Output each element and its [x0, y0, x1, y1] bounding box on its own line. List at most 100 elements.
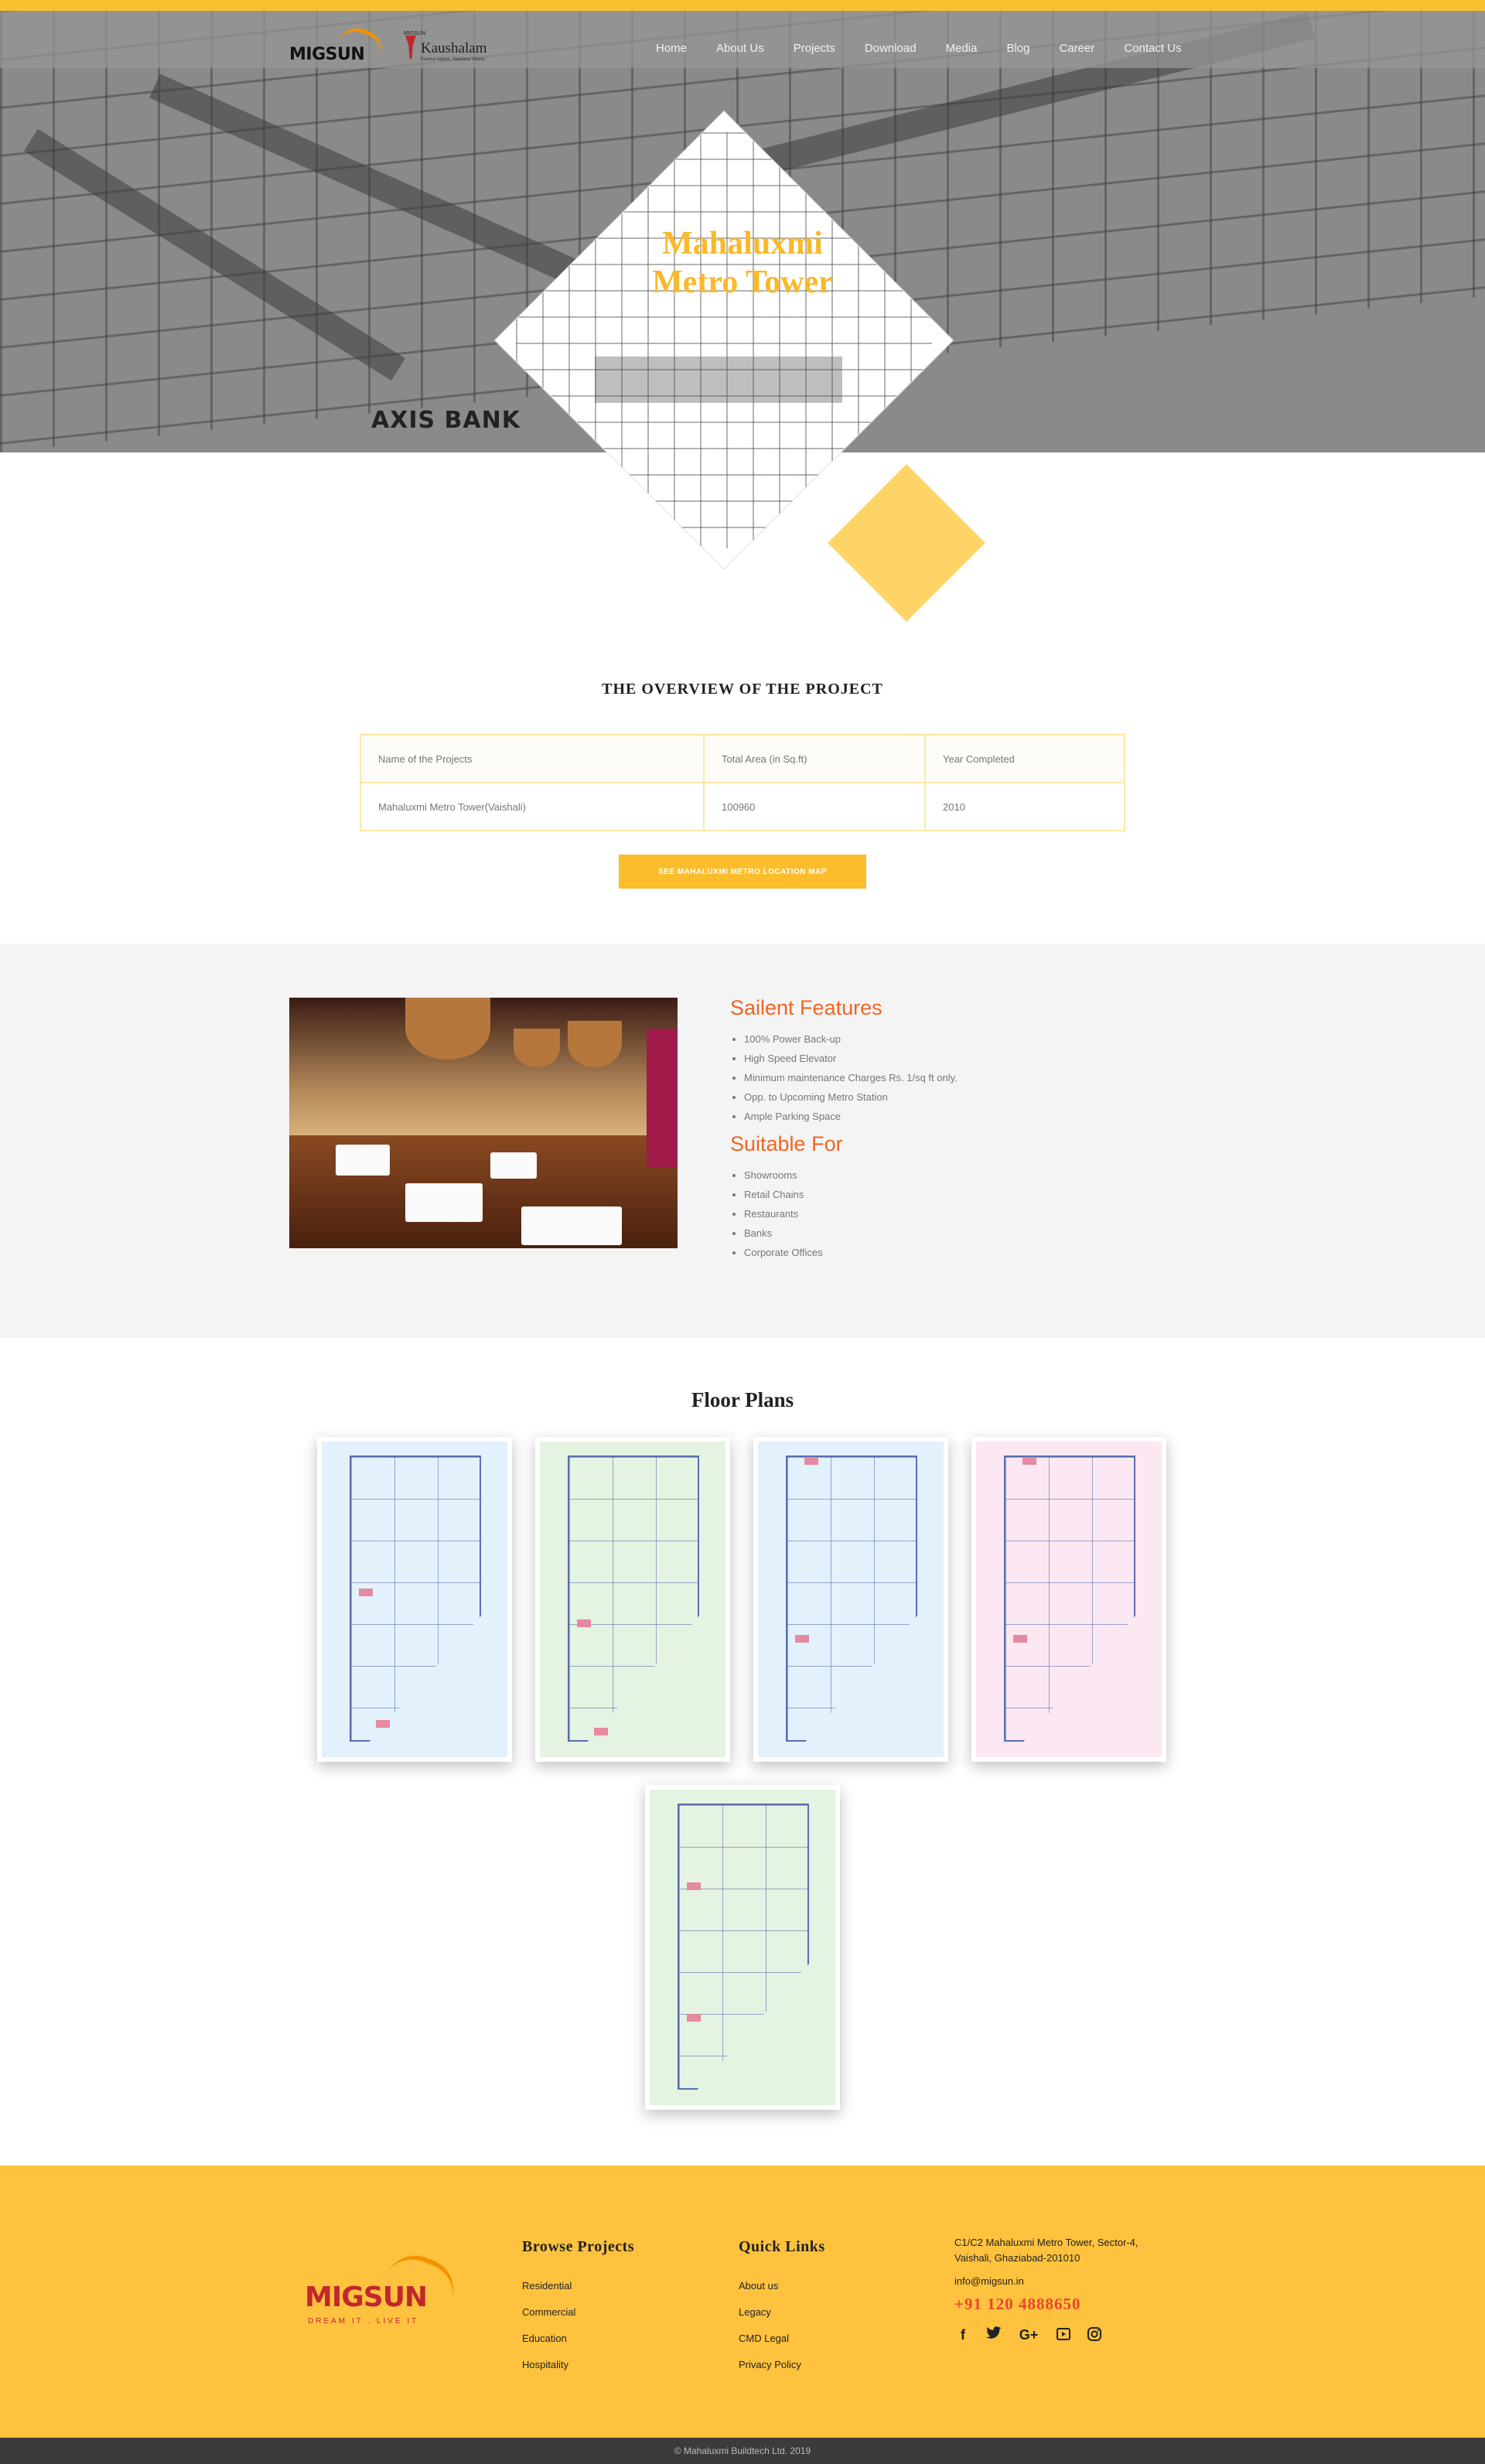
nav-download[interactable]: Download	[865, 42, 917, 55]
floor-plan-image	[976, 1442, 1162, 1757]
floor-plan-card[interactable]	[753, 1437, 948, 1762]
migsun-logo[interactable]: MIGSUN	[289, 22, 390, 65]
floor-plan-card[interactable]	[971, 1437, 1166, 1762]
image-table	[405, 1183, 483, 1222]
kaushalam-logo-name: Kaushalam	[421, 40, 487, 56]
nav-projects[interactable]: Projects	[794, 42, 835, 55]
list-item: Retail Chains	[744, 1185, 1194, 1204]
hero-title-line1: Mahaluxmi	[662, 226, 823, 261]
table-header-cell: Name of the Projects	[360, 734, 705, 783]
footer-link-education[interactable]: Education	[522, 2326, 634, 2352]
logo-text: MIGSUN	[289, 45, 365, 64]
nav-blog[interactable]: Blog	[1006, 42, 1029, 55]
nav-about-us[interactable]: About Us	[716, 42, 764, 55]
browse-projects-links: Residential Commercial Education Hospita…	[522, 2273, 634, 2378]
decorative-yellow-diamond	[828, 464, 985, 622]
image-table	[521, 1206, 622, 1245]
list-item: Minimum maintenance Charges Rs. 1/sq ft …	[744, 1068, 1194, 1087]
floor-plan-stair-mark	[795, 1635, 809, 1643]
table-cell: Mahaluxmi Metro Tower(Vaishali)	[360, 782, 705, 831]
floor-plan-drawing	[786, 1456, 917, 1742]
floor-plan-image	[540, 1442, 725, 1757]
footer: MIGSUN DREAM IT . LIVE IT Browse Project…	[0, 2165, 1485, 2438]
location-map-button[interactable]: SEE MAHALUXMI METRO LOCATION MAP	[619, 855, 866, 889]
hero-title-line2: Metro Tower	[652, 264, 833, 300]
image-panel	[647, 1029, 678, 1168]
floor-plan-drawing	[1004, 1456, 1135, 1742]
overview-table: Name of the Projects Total Area (in Sq.f…	[360, 734, 1125, 831]
instagram-icon[interactable]	[1086, 2326, 1103, 2343]
salient-features-list: 100% Power Back-up High Speed Elevator M…	[730, 1029, 1194, 1126]
footer-link-hospitality[interactable]: Hospitality	[522, 2352, 634, 2378]
youtube-icon[interactable]	[1055, 2326, 1072, 2343]
hero-bank-sign: AXIS BANK	[371, 407, 521, 434]
floor-plan-image	[758, 1442, 944, 1757]
footer-link-cmd-legal[interactable]: CMD Legal	[739, 2326, 825, 2352]
floor-plan-stair-mark	[687, 2014, 701, 2022]
address-line1: C1/C2 Mahaluxmi Metro Tower, Sector-4,	[954, 2237, 1138, 2248]
list-item: Opp. to Upcoming Metro Station	[744, 1087, 1194, 1107]
features-section: Sailent Features 100% Power Back-up High…	[0, 944, 1485, 1338]
copyright-bar: © Mahaluxmi Buildtech Ltd. 2019	[0, 2438, 1485, 2464]
google-plus-icon[interactable]: G+	[1016, 2326, 1041, 2343]
floor-plan-drawing	[350, 1456, 481, 1742]
floor-plan-stair-mark	[376, 1720, 390, 1728]
hero-title: Mahaluxmi Metro Tower	[588, 224, 897, 302]
table-header-row: Name of the Projects Total Area (in Sq.f…	[360, 734, 1125, 783]
footer-link-privacy-policy[interactable]: Privacy Policy	[739, 2352, 825, 2378]
table-header-cell: Total Area (in Sq.ft)	[703, 734, 926, 783]
kaushalam-mark-icon	[405, 36, 416, 59]
table-header-cell: Year Completed	[924, 734, 1125, 783]
nav-career[interactable]: Career	[1060, 42, 1095, 55]
contact-column: C1/C2 Mahaluxmi Metro Tower, Sector-4, V…	[954, 2235, 1138, 2343]
floor-plan-drawing	[678, 1804, 809, 2090]
diamond-beam	[594, 356, 842, 403]
email-link[interactable]: info@migsun.in	[954, 2275, 1138, 2287]
floor-plan-stair-mark	[1013, 1635, 1027, 1643]
twitter-icon[interactable]	[985, 2326, 1002, 2343]
image-lamp	[405, 998, 490, 1060]
list-item: Restaurants	[744, 1204, 1194, 1223]
quick-links-list: About us Legacy CMD Legal Privacy Policy	[739, 2273, 825, 2378]
list-item: 100% Power Back-up	[744, 1029, 1194, 1049]
suitable-for-list: Showrooms Retail Chains Restaurants Bank…	[730, 1165, 1194, 1262]
floor-plans-title: Floor Plans	[691, 1388, 794, 1411]
footer-link-residential[interactable]: Residential	[522, 2273, 634, 2299]
floor-plan-stair-mark	[359, 1589, 373, 1596]
image-table	[336, 1145, 390, 1176]
kaushalam-logo-top: MIGSUN	[404, 31, 425, 36]
table-cell: 100960	[703, 782, 926, 831]
floor-plan-stair-mark	[1022, 1457, 1036, 1465]
nav-menu: Home About Us Projects Download Media Bl…	[656, 42, 1182, 55]
quick-links-heading: Quick Links	[739, 2238, 825, 2255]
footer-link-commercial[interactable]: Commercial	[522, 2299, 634, 2326]
quick-links-column: Quick Links About us Legacy CMD Legal Pr…	[739, 2238, 825, 2378]
kaushalam-logo[interactable]: MIGSUN Kaushalam Kauma Vaasa, Vaahana Va…	[404, 31, 512, 68]
footer-logo[interactable]: MIGSUN DREAM IT . LIVE IT	[305, 2246, 467, 2328]
table-cell: 2010	[924, 782, 1125, 831]
image-table	[490, 1152, 537, 1179]
table-row: Mahaluxmi Metro Tower(Vaishali) 100960 2…	[360, 782, 1125, 831]
facebook-icon[interactable]: f	[954, 2326, 971, 2343]
address-line2: Vaishali, Ghaziabad-201010	[954, 2252, 1080, 2264]
footer-link-legacy[interactable]: Legacy	[739, 2299, 825, 2326]
nav-home[interactable]: Home	[656, 42, 687, 55]
suitable-for-heading: Suitable For	[730, 1132, 843, 1155]
floor-plan-card[interactable]	[535, 1437, 730, 1762]
nav-contact-us[interactable]: Contact Us	[1124, 42, 1181, 55]
floor-plan-image	[322, 1442, 507, 1757]
list-item: Banks	[744, 1223, 1194, 1243]
floor-plan-stair-mark	[687, 1882, 701, 1890]
floor-plan-image	[650, 1790, 835, 2105]
top-accent-bar	[0, 0, 1485, 11]
footer-link-about-us[interactable]: About us	[739, 2273, 825, 2299]
floor-plan-card[interactable]	[645, 1785, 840, 2110]
phone-number[interactable]: +91 120 4888650	[954, 2295, 1138, 2314]
nav-media[interactable]: Media	[946, 42, 978, 55]
floor-plan-drawing	[568, 1456, 699, 1742]
footer-logo-text: MIGSUN	[305, 2281, 428, 2313]
floor-plan-card[interactable]	[317, 1437, 512, 1762]
list-item: High Speed Elevator	[744, 1049, 1194, 1068]
browse-projects-column: Browse Projects Residential Commercial E…	[522, 2238, 634, 2378]
restaurant-image	[289, 998, 678, 1248]
